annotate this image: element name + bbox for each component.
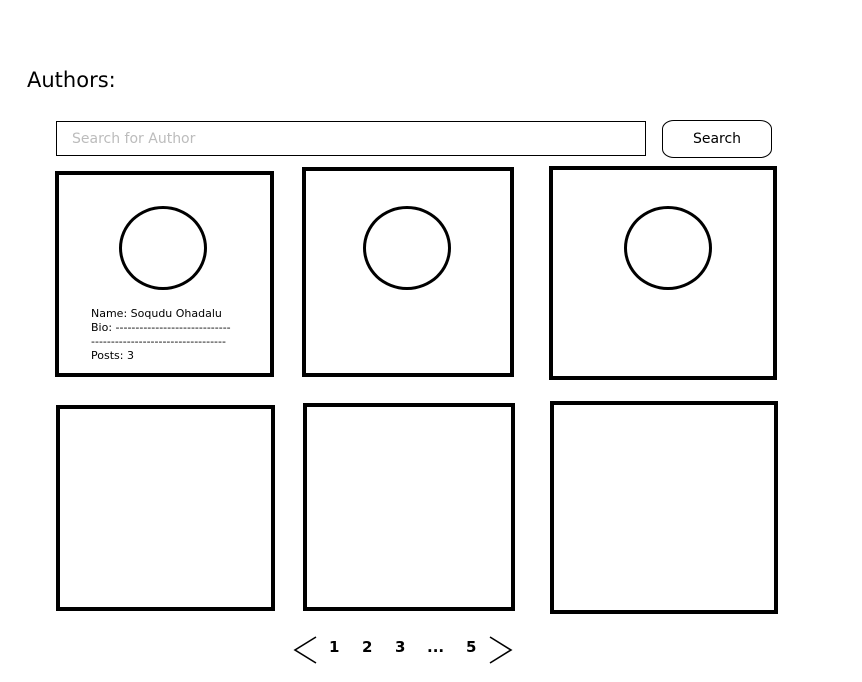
page-link-5[interactable]: 5 <box>466 638 476 656</box>
author-card[interactable] <box>56 405 275 611</box>
page-link-3[interactable]: 3 <box>395 638 405 656</box>
page-link-2[interactable]: 2 <box>362 638 372 656</box>
author-card[interactable] <box>302 167 514 377</box>
page-link-1[interactable]: 1 <box>329 638 339 656</box>
avatar <box>363 206 451 290</box>
author-card[interactable] <box>550 401 778 614</box>
author-bio: Bio: ----------------------------- <box>91 321 231 334</box>
pagination: 1 2 3 ... 5 <box>290 634 520 664</box>
author-card[interactable]: Name: Soqudu Ohadalu Bio: --------------… <box>55 171 274 377</box>
page-title: Authors: <box>27 68 116 92</box>
avatar <box>119 206 207 290</box>
page-ellipsis: ... <box>427 638 445 656</box>
author-name: Name: Soqudu Ohadalu <box>91 307 222 320</box>
avatar <box>624 206 712 290</box>
author-card[interactable] <box>303 403 515 611</box>
chevron-left-icon[interactable] <box>292 636 318 664</box>
chevron-right-icon[interactable] <box>488 636 514 664</box>
search-input[interactable] <box>56 121 646 156</box>
author-bio-continued: ---------------------------------- <box>91 335 226 348</box>
author-card[interactable] <box>549 166 777 380</box>
search-button[interactable]: Search <box>662 120 772 158</box>
author-posts: Posts: 3 <box>91 349 134 362</box>
